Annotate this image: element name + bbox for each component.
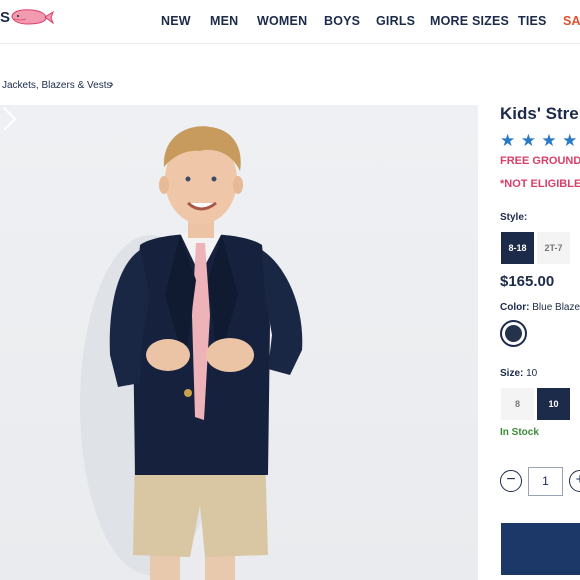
product-details-panel: Kids' Stre ★ ★ ★ ★ ★ FREE GROUND *NOT EL… [500,100,580,580]
breadcrumb-link[interactable]: Jackets, Blazers & Vests [2,80,112,91]
color-label: Color: [500,302,530,313]
star-icon: ★ [562,131,578,150]
chevron-right-icon[interactable] [0,105,20,133]
quantity-decrease-button[interactable]: − [500,470,522,492]
product-price: $165.00 [500,273,555,290]
quantity-increase-button[interactable]: + [569,470,580,492]
shipping-promo: FREE GROUND [500,155,580,167]
color-line: Color: Blue Blazer [500,302,580,313]
size-label: Size: [500,368,524,379]
boy-in-blazer-photo [80,126,303,580]
stock-status: In Stock [500,427,539,438]
color-swatch-blue-blazer[interactable] [500,320,527,347]
star-icon: ★ [520,131,536,150]
chevron-right-icon: › [110,79,114,90]
nav-girls[interactable]: GIRLS [376,14,415,28]
nav-new[interactable]: NEW [161,14,191,28]
main-navigation: NEW MEN WOMEN BOYS GIRLS MORE SIZES TIES… [0,14,580,32]
top-nav-bar: S NEW MEN WOMEN BOYS GIRLS MORE SIZES TI… [0,0,580,44]
star-icon: ★ [541,131,557,150]
style-option-2t-7[interactable]: 2T-7 [537,232,570,264]
quantity-input[interactable]: 1 [528,467,563,496]
size-line: Size: 10 [500,368,537,379]
rating-stars[interactable]: ★ ★ ★ ★ ★ [500,132,580,151]
style-label: Style: [500,212,528,223]
size-value: 10 [526,368,538,379]
nav-sale[interactable]: SA [563,14,580,28]
nav-women[interactable]: WOMEN [257,14,307,28]
nav-ties[interactable]: TIES [518,14,547,28]
star-icon: ★ [500,131,516,150]
color-swatch-fill [505,325,522,342]
add-to-bag-button[interactable] [501,523,580,575]
product-image[interactable] [0,105,478,580]
eligibility-note: *NOT ELIGIBLE [500,178,580,190]
nav-men[interactable]: MEN [210,14,238,28]
size-option-10[interactable]: 10 [537,388,570,420]
color-value: Blue Blazer [532,302,580,313]
product-title: Kids' Stre [500,104,579,123]
nav-more-sizes[interactable]: MORE SIZES [430,14,509,28]
size-option-8[interactable]: 8 [501,388,534,420]
style-option-8-18[interactable]: 8-18 [501,232,534,264]
nav-boys[interactable]: BOYS [324,14,360,28]
